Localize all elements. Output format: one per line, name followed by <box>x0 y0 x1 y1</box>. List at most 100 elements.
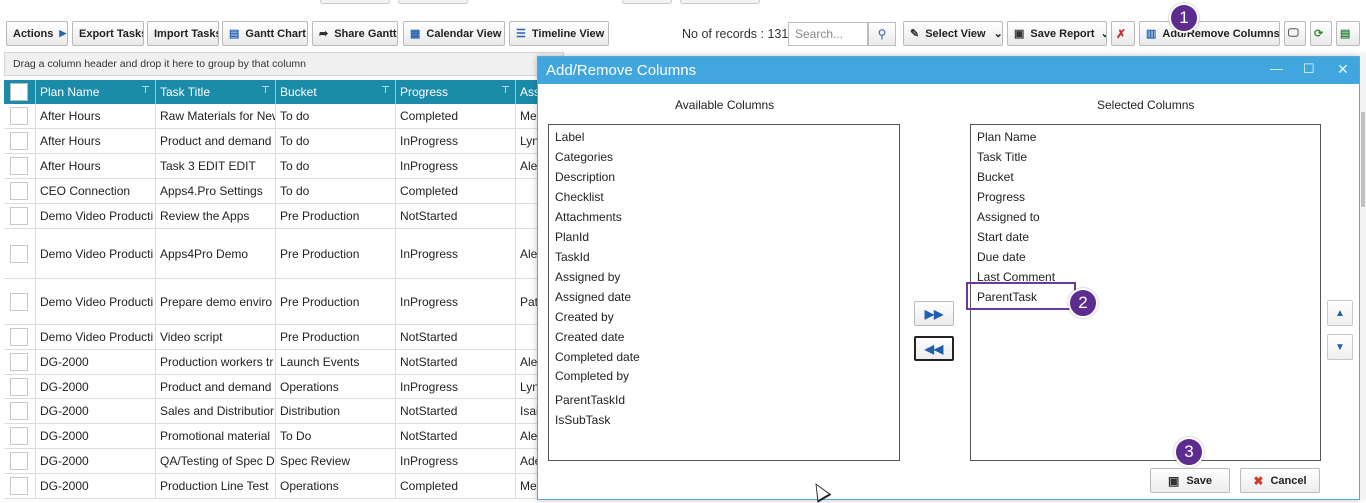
settings-button[interactable]: 🖵 <box>1284 21 1306 46</box>
refresh-button[interactable]: ⟳ <box>1310 21 1332 46</box>
row-checkbox[interactable] <box>10 207 28 225</box>
list-item[interactable]: Categories <box>555 150 613 164</box>
move-up-button[interactable]: ▲ <box>1327 300 1353 326</box>
list-item[interactable]: ParentTaskId <box>555 393 625 407</box>
filter-icon[interactable]: ⊤ <box>501 85 510 96</box>
table-row[interactable]: Demo Video Producti Prepare demo enviro Pr… <box>4 279 564 325</box>
list-item[interactable]: IsSubTask <box>555 413 610 427</box>
top-button-stub[interactable] <box>680 0 760 4</box>
row-checkbox[interactable] <box>10 377 28 396</box>
table-row[interactable]: DG-2000 Production Line Test Operations Com… <box>4 474 564 499</box>
group-by-bar[interactable]: Drag a column header and drop it here to… <box>4 52 564 76</box>
row-select-cell[interactable] <box>4 229 36 278</box>
gantt-chart-button[interactable]: ▤ Gantt Chart <box>222 21 308 46</box>
row-select-cell[interactable] <box>4 399 36 423</box>
maximize-icon[interactable]: ☐ <box>1303 61 1315 77</box>
select-all-checkbox[interactable] <box>4 80 36 104</box>
table-row[interactable]: DG-2000 Promotional material To Do NotStart… <box>4 424 564 449</box>
table-row[interactable]: Demo Video Producti Review the Apps Pre Pr… <box>4 204 564 229</box>
vertical-scrollbar[interactable] <box>1360 52 1366 500</box>
list-item[interactable]: PlanId <box>555 230 589 244</box>
row-checkbox[interactable] <box>10 132 28 150</box>
top-button-stub[interactable] <box>320 0 390 4</box>
row-checkbox[interactable] <box>10 477 28 495</box>
actions-button[interactable]: Actions ▶ <box>6 21 68 46</box>
export-excel-button[interactable]: ▤ <box>1336 21 1360 46</box>
list-item[interactable]: Start date <box>977 230 1029 244</box>
export-tasks-button[interactable]: Export Tasks <box>72 21 144 46</box>
list-item[interactable]: Task Title <box>977 150 1027 164</box>
search-input[interactable]: Search... <box>788 22 868 46</box>
table-row[interactable]: DG-2000 Sales and Distributior Distributio… <box>4 399 564 424</box>
save-button[interactable]: ▣ Save <box>1150 468 1230 493</box>
column-header-progress[interactable]: Progress ⊤ <box>396 80 516 104</box>
clear-filter-button[interactable]: ✗ <box>1111 21 1135 46</box>
list-item[interactable]: Progress <box>977 190 1025 204</box>
column-header-bucket[interactable]: Bucket ⊤ <box>276 80 396 104</box>
available-columns-list[interactable]: Label Categories Description Checklist Attac… <box>548 124 900 461</box>
row-select-cell[interactable] <box>4 474 36 498</box>
list-item[interactable]: Completed date <box>555 350 640 364</box>
list-item[interactable]: Assigned to <box>977 210 1040 224</box>
filter-icon[interactable]: ⊤ <box>141 85 150 96</box>
move-down-button[interactable]: ▼ <box>1327 334 1353 360</box>
row-select-cell[interactable] <box>4 350 36 374</box>
row-select-cell[interactable] <box>4 154 36 178</box>
row-select-cell[interactable] <box>4 179 36 203</box>
table-row[interactable]: Demo Video Producti Apps4Pro Demo Pre Prod… <box>4 229 564 279</box>
list-item[interactable]: Completed by <box>555 369 629 383</box>
table-row[interactable]: CEO Connection Apps4.Pro Settings To do Com… <box>4 179 564 204</box>
list-item[interactable]: Assigned date <box>555 290 631 304</box>
row-checkbox[interactable] <box>10 402 28 420</box>
table-row[interactable]: After Hours Raw Materials for New To do Com… <box>4 104 564 129</box>
row-checkbox[interactable] <box>10 244 28 263</box>
list-item[interactable]: Plan Name <box>977 130 1036 144</box>
filter-icon[interactable]: ⊤ <box>261 85 270 96</box>
close-icon[interactable]: ✕ <box>1337 61 1349 78</box>
list-item[interactable]: Created date <box>555 330 624 344</box>
top-button-stub[interactable] <box>622 0 672 4</box>
column-header-task-title[interactable]: Task Title ⊤ <box>156 80 276 104</box>
table-row[interactable]: DG-2000 Production workers tr Launch Event… <box>4 350 564 375</box>
timeline-view-button[interactable]: ☰ Timeline View <box>509 21 609 46</box>
list-item[interactable]: Label <box>555 130 584 144</box>
top-button-stub[interactable] <box>398 0 468 4</box>
add-remove-columns-button[interactable]: ▥ Add/Remove Columns.. <box>1139 21 1280 46</box>
add-column-button[interactable]: ▶▶ <box>914 301 954 326</box>
scrollbar-thumb[interactable] <box>1361 112 1365 207</box>
save-report-button[interactable]: ▣ Save Report ⌄ <box>1007 21 1107 46</box>
list-item[interactable]: Bucket <box>977 170 1014 184</box>
import-tasks-button[interactable]: Import Tasks <box>147 21 219 46</box>
row-checkbox[interactable] <box>10 427 28 445</box>
row-checkbox[interactable] <box>10 328 28 346</box>
row-select-cell[interactable] <box>4 449 36 473</box>
table-row[interactable]: DG-2000 Product and demand Operations InPro… <box>4 375 564 399</box>
row-checkbox[interactable] <box>10 452 28 470</box>
row-checkbox[interactable] <box>10 182 28 200</box>
list-item[interactable]: Checklist <box>555 190 604 204</box>
table-row[interactable]: After Hours Product and demand To do InProg… <box>4 129 564 154</box>
list-item[interactable]: Description <box>555 170 615 184</box>
row-select-cell[interactable] <box>4 325 36 349</box>
minimize-icon[interactable]: — <box>1270 61 1283 76</box>
list-item[interactable]: Attachments <box>555 210 622 224</box>
table-row[interactable]: DG-2000 QA/Testing of Spec D Spec Review In… <box>4 449 564 474</box>
row-select-cell[interactable] <box>4 279 36 324</box>
share-gantt-button[interactable]: ➦ Share Gantt <box>312 21 398 46</box>
table-row[interactable]: Demo Video Producti Video script Pre Produ… <box>4 325 564 350</box>
calendar-view-button[interactable]: ▦ Calendar View <box>403 21 505 46</box>
cancel-button[interactable]: ✖ Cancel <box>1240 468 1320 493</box>
list-item[interactable]: TaskId <box>555 250 590 264</box>
row-select-cell[interactable] <box>4 375 36 398</box>
list-item[interactable]: Assigned by <box>555 270 620 284</box>
filter-icon[interactable]: ⊤ <box>381 85 390 96</box>
select-view-button[interactable]: ✎ Select View ⌄ <box>903 21 1003 46</box>
row-checkbox[interactable] <box>10 353 28 371</box>
column-header-plan-name[interactable]: Plan Name ⊤ <box>36 80 156 104</box>
row-checkbox[interactable] <box>10 157 28 175</box>
row-checkbox[interactable] <box>10 107 28 125</box>
row-select-cell[interactable] <box>4 104 36 128</box>
row-checkbox[interactable] <box>10 292 28 311</box>
search-button[interactable]: ⚲ <box>868 22 896 46</box>
list-item[interactable]: Created by <box>555 310 614 324</box>
